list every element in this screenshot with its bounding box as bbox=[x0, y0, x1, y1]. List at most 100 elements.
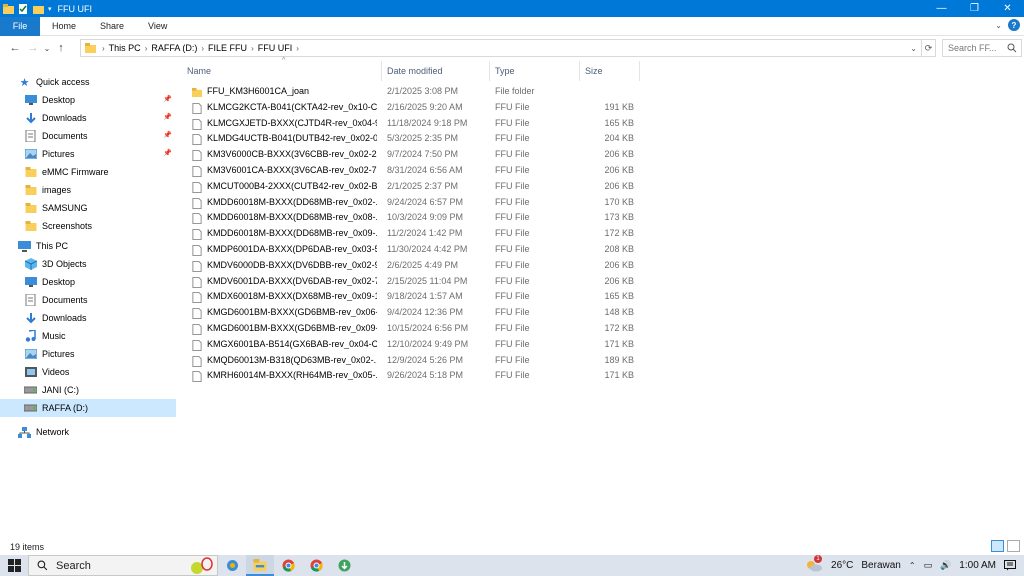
network-icon[interactable]: ▭ bbox=[924, 560, 933, 571]
file-row[interactable]: KMDV6000DB-BXXX(DV6DBB-rev_0x02-9... 2/6/… bbox=[182, 258, 642, 274]
breadcrumb-this-pc[interactable]: This PC bbox=[109, 43, 141, 53]
file-row[interactable]: KM3V6000CB-BXXX(3V6CBB-rev_0x02-20... 9/7… bbox=[182, 147, 642, 163]
column-header-date[interactable]: Date modified bbox=[382, 61, 490, 81]
notification-icon[interactable] bbox=[1004, 560, 1016, 571]
close-button[interactable]: ✕ bbox=[991, 0, 1024, 17]
nav-item-pictures[interactable]: Pictures 📌 bbox=[0, 145, 176, 163]
file-row[interactable]: KMDP6001DA-BXXX(DP6DAB-rev_0x03-5... 11/3… bbox=[182, 242, 642, 258]
weather-icon[interactable]: 1 bbox=[805, 555, 823, 572]
folder-row[interactable]: FFU_KM3H6001CA_joan 2/1/2025 3:08 PM File … bbox=[182, 84, 642, 100]
nav-item-jani-c-[interactable]: JANI (C:) bbox=[0, 381, 176, 399]
chevron-right-icon[interactable]: › bbox=[296, 44, 299, 53]
file-icon bbox=[192, 355, 202, 367]
back-button[interactable]: ← bbox=[6, 42, 24, 54]
nav-item-screenshots[interactable]: Screenshots bbox=[0, 217, 176, 235]
chrome-taskbar-button[interactable] bbox=[274, 555, 302, 576]
tab-share[interactable]: Share bbox=[88, 17, 136, 36]
address-bar[interactable]: › This PC › RAFFA (D:) › FILE FFU › FFU … bbox=[80, 39, 922, 57]
column-header-name[interactable]: Name bbox=[182, 61, 382, 81]
pin-icon[interactable]: 📌 bbox=[163, 95, 172, 103]
file-name: KM3V6000CB-BXXX(3V6CBB-rev_0x02-20... bbox=[207, 149, 377, 160]
file-size: 206 KB bbox=[604, 180, 634, 191]
chevron-right-icon[interactable]: › bbox=[145, 44, 148, 53]
nav-item-emmc-firmware[interactable]: eMMC Firmware bbox=[0, 163, 176, 181]
nav-item-downloads[interactable]: Downloads bbox=[0, 309, 176, 327]
nav-item-documents[interactable]: Documents 📌 bbox=[0, 127, 176, 145]
weather-temperature[interactable]: 26°C bbox=[831, 560, 853, 571]
file-row[interactable]: KMGD6001BM-BXXX(GD6BMB-rev_0x09-... 10/15… bbox=[182, 321, 642, 337]
breadcrumb-file-ffu[interactable]: FILE FFU bbox=[208, 43, 247, 53]
file-row[interactable]: KMQD60013M-B318(QD63MB-rev_0x02-... 12/9/… bbox=[182, 353, 642, 369]
file-row[interactable]: KMCUT000B4-2XXX(CUTB42-rev_0x02-BB... 2/1… bbox=[182, 179, 642, 195]
nav-item-videos[interactable]: Videos bbox=[0, 363, 176, 381]
nav-item-raffa-d-[interactable]: RAFFA (D:) bbox=[0, 399, 176, 417]
recent-locations-icon[interactable]: ⌄ bbox=[42, 44, 52, 53]
file-row[interactable]: KMDV6001DA-BXXX(DV6DAB-rev_0x02-7... 2/15… bbox=[182, 274, 642, 290]
task-view-button[interactable] bbox=[218, 555, 246, 576]
file-row[interactable]: KMDD60018M-BXXX(DD68MB-rev_0x08-... 10/3/… bbox=[182, 210, 642, 226]
clock[interactable]: 1:00 AM bbox=[959, 560, 996, 571]
refresh-button[interactable]: ⟳ bbox=[922, 39, 936, 57]
nav-item-samsung[interactable]: SAMSUNG bbox=[0, 199, 176, 217]
chrome-profile-taskbar-button[interactable] bbox=[302, 555, 330, 576]
chevron-right-icon[interactable]: › bbox=[102, 44, 105, 53]
nav-item-images[interactable]: images bbox=[0, 181, 176, 199]
column-header-type[interactable]: Type bbox=[490, 61, 580, 81]
window-title: FFU UFI bbox=[57, 3, 93, 14]
expand-ribbon-icon[interactable]: ⌄ bbox=[995, 21, 1002, 30]
file-explorer-taskbar-button[interactable] bbox=[246, 555, 274, 576]
file-row[interactable]: KLMCGXJETD-BXXX(CJTD4R-rev_0x04-97... 11/… bbox=[182, 116, 642, 132]
file-row[interactable]: KMDD60018M-BXXX(DD68MB-rev_0x02-... 9/24/… bbox=[182, 195, 642, 211]
new-folder-icon[interactable] bbox=[33, 4, 44, 14]
chevron-right-icon[interactable]: › bbox=[251, 44, 254, 53]
download-manager-taskbar-button[interactable] bbox=[330, 555, 358, 576]
file-name: KMGD6001BM-BXXX(GD6BMB-rev_0x06-... bbox=[207, 307, 377, 318]
chevron-down-icon[interactable]: ⌄ bbox=[910, 44, 917, 53]
file-row[interactable]: KLMDG4UCTB-B041(DUTB42-rev_0x02-0... 5/3/… bbox=[182, 131, 642, 147]
file-row[interactable]: KMGX6001BA-B514(GX6BAB-rev_0x04-C... 12/1… bbox=[182, 337, 642, 353]
nav-item-documents[interactable]: Documents bbox=[0, 291, 176, 309]
weather-condition[interactable]: Berawan bbox=[861, 560, 900, 571]
help-icon[interactable]: ? bbox=[1008, 19, 1020, 31]
tab-view[interactable]: View bbox=[136, 17, 179, 36]
nav-this-pc[interactable]: This PC bbox=[0, 237, 176, 255]
file-row[interactable]: KLMCG2KCTA-B041(CKTA42-rev_0x10-C9... 2/1… bbox=[182, 100, 642, 116]
chevron-up-icon[interactable]: ⌃ bbox=[909, 561, 916, 570]
up-button[interactable]: ↑ bbox=[52, 42, 70, 54]
nav-network[interactable]: Network bbox=[0, 423, 176, 441]
breadcrumb-ffu-ufi[interactable]: FFU UFI bbox=[258, 43, 293, 53]
properties-icon[interactable] bbox=[18, 3, 29, 14]
details-view-button[interactable] bbox=[991, 540, 1004, 552]
nav-item-music[interactable]: Music bbox=[0, 327, 176, 345]
nav-item-pictures[interactable]: Pictures bbox=[0, 345, 176, 363]
nav-item-downloads[interactable]: Downloads 📌 bbox=[0, 109, 176, 127]
tab-file[interactable]: File bbox=[0, 16, 40, 36]
forward-button[interactable]: → bbox=[24, 42, 42, 54]
nav-item-desktop[interactable]: Desktop 📌 bbox=[0, 91, 176, 109]
chevron-right-icon[interactable]: › bbox=[201, 44, 204, 53]
nav-quick-access[interactable]: ★ Quick access bbox=[0, 73, 176, 91]
large-icons-view-button[interactable] bbox=[1007, 540, 1020, 552]
pin-icon[interactable]: 📌 bbox=[163, 113, 172, 121]
taskbar-search[interactable]: Search bbox=[28, 555, 218, 576]
file-name: KMDD60018M-BXXX(DD68MB-rev_0x09-... bbox=[207, 228, 377, 239]
nav-item-desktop[interactable]: Desktop bbox=[0, 273, 176, 291]
column-header-size[interactable]: Size bbox=[580, 61, 640, 81]
pin-icon[interactable]: 📌 bbox=[163, 131, 172, 139]
pin-icon[interactable]: 📌 bbox=[163, 149, 172, 157]
nav-item-label: Downloads bbox=[42, 313, 87, 323]
start-button[interactable] bbox=[0, 555, 28, 576]
file-row[interactable]: KMGD6001BM-BXXX(GD6BMB-rev_0x06-... 9/4/2… bbox=[182, 305, 642, 321]
file-row[interactable]: KM3V6001CA-BXXX(3V6CAB-rev_0x02-7... 8/31… bbox=[182, 163, 642, 179]
search-input[interactable]: Search FF... bbox=[942, 39, 1022, 57]
tab-home[interactable]: Home bbox=[40, 17, 88, 36]
file-row[interactable]: KMRH60014M-BXXX(RH64MB-rev_0x05-... 9/26/… bbox=[182, 368, 642, 384]
file-row[interactable]: KMDX60018M-BXXX(DX68MB-rev_0x09-1... 9/18… bbox=[182, 289, 642, 305]
minimize-button[interactable]: — bbox=[925, 0, 958, 17]
file-row[interactable]: KMDD60018M-BXXX(DD68MB-rev_0x09-... 11/2/… bbox=[182, 226, 642, 242]
nav-item-3d-objects[interactable]: 3D Objects bbox=[0, 255, 176, 273]
maximize-button[interactable]: ❐ bbox=[958, 0, 991, 17]
breadcrumb-raffa[interactable]: RAFFA (D:) bbox=[151, 43, 197, 53]
chevron-down-icon[interactable]: ▾ bbox=[48, 5, 52, 13]
volume-icon[interactable]: 🔊 bbox=[940, 560, 951, 571]
